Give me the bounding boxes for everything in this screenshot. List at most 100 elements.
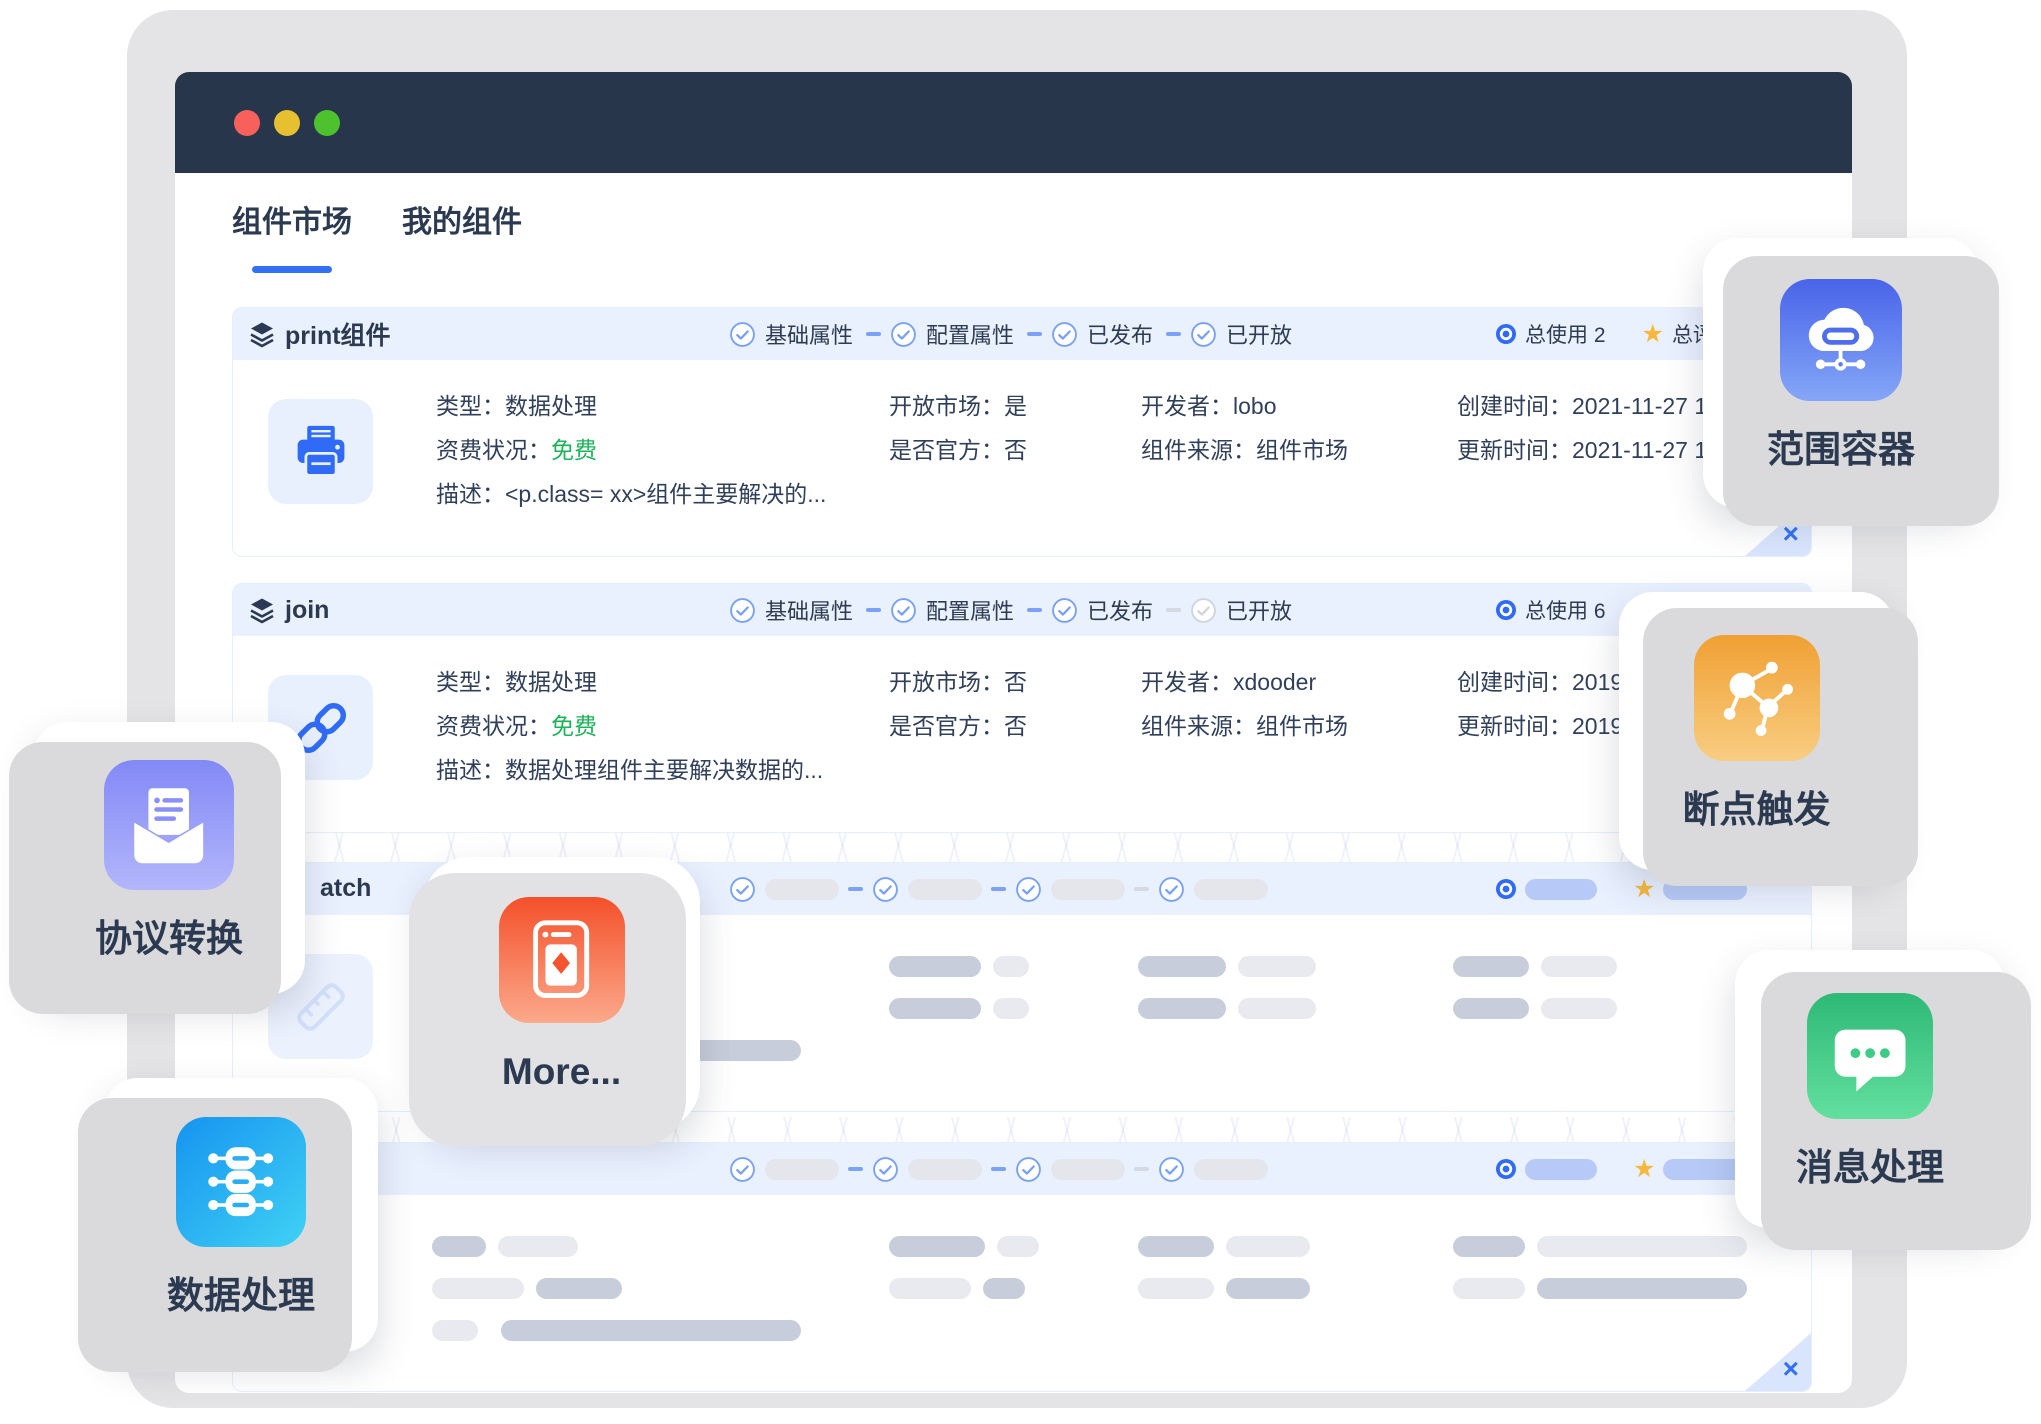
usage-eye-icon	[1495, 878, 1517, 900]
field-developer: 开发者：lobo	[1141, 392, 1348, 420]
tab-my-components[interactable]: 我的组件	[402, 197, 522, 247]
skeleton-bar	[765, 879, 839, 900]
molecule-icon	[1694, 635, 1820, 761]
skeleton-bar	[1138, 1278, 1214, 1299]
skeleton-bar	[1537, 1278, 1747, 1299]
field-column: 开放市场：是 是否官方：否	[889, 392, 1027, 464]
close-icon[interactable]: ×	[1783, 1355, 1799, 1383]
skeleton-bar	[765, 1159, 839, 1180]
component-card-skeleton[interactable]: ★ ×	[232, 1142, 1812, 1392]
field-fee: 资费状况：免费	[436, 712, 823, 740]
skeleton-bar	[1138, 956, 1226, 977]
background-pattern	[175, 829, 1852, 862]
field-column: 类型：数据处理 资费状况：免费 描述：<p.class= xx>组件主要解决的.…	[436, 392, 826, 508]
skeleton-bar	[1238, 998, 1316, 1019]
skeleton-bar	[1537, 1236, 1747, 1257]
step-connector	[991, 887, 1006, 891]
shortcut-label: 消息处理	[1796, 1149, 1944, 1186]
step-connector	[1134, 887, 1149, 891]
minimize-traffic-light[interactable]	[274, 110, 300, 136]
shortcut-card-protocol-conversion[interactable]: 协议转换	[33, 722, 305, 994]
check-circle-icon	[1015, 876, 1042, 903]
skeleton-bar	[993, 998, 1029, 1019]
step-connector	[866, 332, 881, 336]
shortcut-label: More...	[502, 1053, 621, 1090]
skeleton-bar	[536, 1278, 622, 1299]
skeleton-bar	[1453, 1278, 1525, 1299]
step-label: 基础属性	[765, 318, 853, 350]
shortcut-label: 数据处理	[167, 1277, 315, 1314]
card-header: join 基础属性 配置属性 已发布 已开放 总使用 6	[233, 584, 1811, 636]
shortcut-label: 断点触发	[1683, 791, 1831, 828]
component-title: join	[285, 596, 329, 625]
step-label: 基础属性	[765, 594, 853, 626]
chat-bubble-icon	[1807, 993, 1933, 1119]
step-connector	[1166, 608, 1181, 612]
card-header: ★	[233, 1143, 1811, 1195]
skeleton-bar	[889, 998, 981, 1019]
component-title: atch	[320, 874, 371, 903]
field-official: 是否官方：否	[889, 712, 1027, 740]
usage-count: 总使用 2	[1525, 319, 1606, 349]
skeleton-bar	[432, 1320, 478, 1341]
skeleton-bar	[498, 1236, 578, 1257]
skeleton-bar	[1226, 1278, 1310, 1299]
shortcut-card-breakpoint-trigger[interactable]: 断点触发	[1619, 592, 1894, 870]
printer-icon	[268, 399, 373, 504]
card-stats: 总使用 6	[1495, 584, 1606, 636]
usage-eye-icon	[1495, 323, 1517, 345]
component-title: print组件	[285, 316, 391, 352]
component-card-join[interactable]: join 基础属性 配置属性 已发布 已开放 总使用 6	[232, 583, 1812, 833]
skeleton-bar	[1453, 998, 1529, 1019]
field-updated: 更新时间：2019-1	[1457, 712, 1644, 740]
field-column: 开发者：xdooder 组件来源：组件市场	[1141, 668, 1348, 740]
tab-component-market[interactable]: 组件市场	[232, 197, 352, 247]
check-circle-icon	[1015, 1156, 1042, 1183]
step-connector	[1027, 332, 1042, 336]
step-connector	[1166, 332, 1181, 336]
shortcut-card-message-processing[interactable]: 消息处理	[1735, 950, 2005, 1228]
skeleton-bar	[1525, 1159, 1597, 1180]
skeleton-bar	[1194, 879, 1268, 900]
app-window: 组件市场 我的组件 print组件 基础属性 配置属性 已发布	[175, 72, 1852, 1393]
field-created: 创建时间：2021-11-27 11:2	[1457, 392, 1737, 420]
field-developer: 开发者：xdooder	[1141, 668, 1348, 696]
status-steps-skeleton	[729, 863, 1268, 915]
check-circle-icon	[872, 876, 899, 903]
field-column: 创建时间：2019-1 更新时间：2019-1	[1457, 668, 1644, 740]
maximize-traffic-light[interactable]	[314, 110, 340, 136]
check-circle-icon	[872, 1156, 899, 1183]
layers-icon	[248, 320, 276, 348]
field-column: 开放市场：否 是否官方：否	[889, 668, 1027, 740]
card-header: print组件 基础属性 配置属性 已发布 已开放 总使用 2 ★ 总评	[233, 308, 1811, 360]
step-connector	[848, 887, 863, 891]
field-updated: 更新时间：2021-11-27 11:2	[1457, 436, 1737, 464]
collapse-corner[interactable]: ×	[1745, 1333, 1811, 1391]
field-source: 组件来源：组件市场	[1141, 712, 1348, 740]
status-steps: 基础属性 配置属性 已发布 已开放	[729, 584, 1296, 636]
skeleton-bar	[1541, 998, 1617, 1019]
step-connector	[991, 1167, 1006, 1171]
step-label: 已开放	[1226, 318, 1292, 350]
step-label: 已开放	[1226, 594, 1292, 626]
component-card-print[interactable]: print组件 基础属性 配置属性 已发布 已开放 总使用 2 ★ 总评	[232, 307, 1812, 557]
close-traffic-light[interactable]	[234, 110, 260, 136]
field-description: 描述：<p.class= xx>组件主要解决的...	[436, 480, 826, 508]
shortcut-card-scope-container[interactable]: 范围容器	[1703, 238, 1979, 508]
skeleton-bar	[983, 1278, 1025, 1299]
check-circle-icon	[729, 321, 756, 348]
envelope-doc-icon	[104, 760, 234, 890]
shortcut-label: 范围容器	[1767, 431, 1915, 468]
status-steps: 基础属性 配置属性 已发布 已开放	[729, 308, 1296, 360]
step-label: 配置属性	[926, 594, 1014, 626]
card-stats-skeleton: ★	[1495, 1143, 1759, 1195]
shortcut-card-data-processing[interactable]: 数据处理	[104, 1078, 378, 1352]
shortcut-card-more[interactable]: More...	[423, 857, 700, 1130]
field-type: 类型：数据处理	[436, 668, 823, 696]
skeleton-bar	[1453, 1236, 1525, 1257]
skeleton-bar	[1453, 956, 1529, 977]
check-circle-icon	[729, 1156, 756, 1183]
skeleton-bar	[1238, 956, 1316, 977]
step-connector	[1027, 608, 1042, 612]
step-label: 已发布	[1087, 594, 1153, 626]
